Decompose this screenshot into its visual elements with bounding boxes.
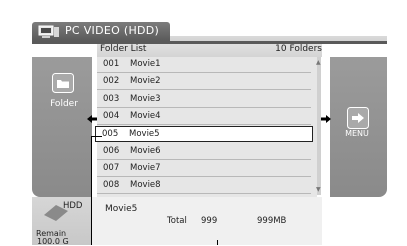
- folder-button-label[interactable]: Folder: [44, 99, 84, 109]
- list-item[interactable]: 001 Movie1: [97, 57, 311, 73]
- list-item-name: Movie5: [129, 129, 160, 140]
- list-item[interactable]: 007 Movie7: [97, 161, 311, 177]
- list-item-number: 002: [103, 76, 120, 87]
- list-item-number: 004: [103, 110, 120, 121]
- callout-line: [91, 136, 92, 245]
- menu-arrow-icon[interactable]: [347, 107, 369, 129]
- total-size: 999MB: [257, 216, 287, 226]
- folder-list: 001 Movie1 002 Movie2 003 Movie3 004 Movie4 005 M…: [95, 57, 317, 197]
- list-header: Folder List 10 Folders: [97, 44, 322, 57]
- list-title: Folder List: [100, 44, 147, 54]
- list-item-name: Movie3: [130, 93, 161, 104]
- scroll-down-icon[interactable]: ▼: [316, 186, 321, 193]
- list-item-name: Movie2: [130, 76, 161, 87]
- total-count: 999: [201, 216, 218, 226]
- list-item[interactable]: 003 Movie3: [97, 92, 311, 108]
- list-item-name: Movie7: [130, 162, 161, 173]
- list-item-number: 001: [103, 59, 120, 69]
- storage-device-label: HDD: [63, 201, 83, 211]
- pc-monitor-icon: [38, 25, 59, 38]
- total-label: Total: [167, 216, 187, 226]
- menu-button-label[interactable]: MENU: [337, 129, 377, 138]
- page-title: PC VIDEO (HDD): [65, 24, 160, 37]
- list-item-number: 007: [103, 162, 120, 173]
- list-item[interactable]: 002 Movie2: [97, 74, 311, 91]
- pc-video-screen: PC VIDEO (HDD) Folder MENU Folder List 1…: [0, 0, 407, 246]
- list-item-name: Movie1: [130, 59, 161, 69]
- list-item-number: 003: [103, 93, 120, 104]
- left-arrow-icon[interactable]: [87, 114, 97, 124]
- list-item[interactable]: 008 Movie8: [97, 178, 311, 195]
- list-item-number: 005: [102, 129, 119, 140]
- list-item[interactable]: 006 Movie6: [97, 144, 311, 160]
- list-item-number: 006: [103, 145, 120, 156]
- folder-icon[interactable]: [52, 73, 74, 93]
- selected-folder-name: Movie5: [105, 204, 138, 214]
- scrollbar[interactable]: [317, 57, 321, 195]
- right-arrow-icon[interactable]: [321, 114, 331, 124]
- list-item[interactable]: 005 Movie5: [95, 126, 313, 143]
- list-item-name: Movie4: [130, 110, 161, 121]
- callout-tick: [217, 240, 218, 245]
- list-item-number: 008: [103, 180, 120, 191]
- list-item-name: Movie6: [130, 145, 161, 156]
- callout-line: [91, 136, 102, 137]
- list-item[interactable]: 004 Movie4: [97, 109, 311, 125]
- title-tab: PC VIDEO (HDD): [32, 22, 170, 41]
- list-item-name: Movie8: [130, 180, 161, 191]
- folder-count: 10 Folders: [275, 44, 322, 54]
- scroll-up-icon[interactable]: ▲: [316, 59, 321, 66]
